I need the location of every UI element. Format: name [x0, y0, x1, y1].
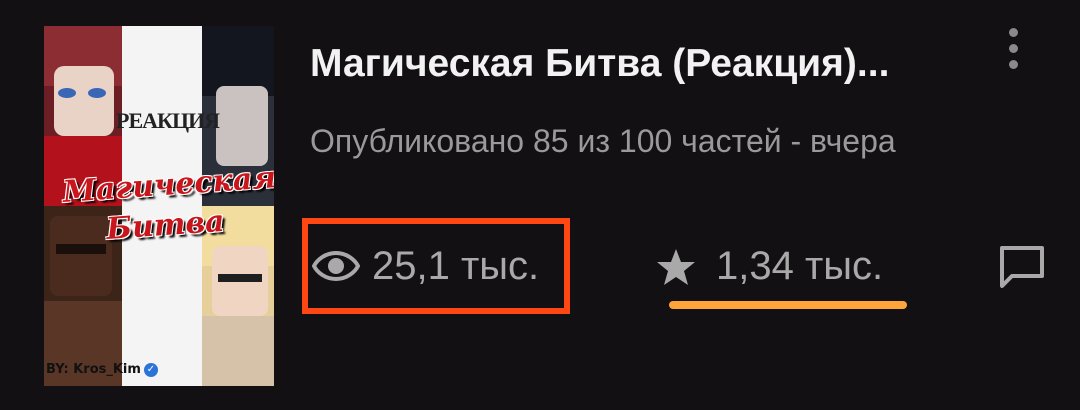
publication-status: Опубликовано 85 из 100 частей - вчера — [310, 123, 896, 159]
story-title[interactable]: Магическая Битва (Реакция)... — [310, 36, 980, 92]
votes-count: 1,34 тыс. — [716, 244, 884, 288]
cover-label: РЕАКЦИЯ — [116, 108, 220, 133]
star-icon — [657, 249, 695, 285]
comment-icon[interactable] — [996, 242, 1048, 292]
votes-highlight-underline — [669, 301, 907, 309]
cover-author: BY: Kros_Kim ✓ — [46, 362, 158, 377]
story-cover-image[interactable]: РЕАКЦИЯ Магическая Битва BY: Kros_Kim ✓ — [44, 26, 274, 386]
cover-title: Магическая Битва — [61, 160, 274, 248]
cover-author-text: BY: Kros_Kim — [46, 362, 141, 377]
story-card[interactable]: РЕАКЦИЯ Магическая Битва BY: Kros_Kim ✓ М… — [0, 0, 1080, 410]
more-vertical-icon[interactable] — [996, 26, 1036, 76]
verified-badge-icon: ✓ — [143, 362, 158, 377]
views-count: 25,1 тыс. — [372, 244, 540, 288]
eye-icon — [312, 250, 360, 282]
